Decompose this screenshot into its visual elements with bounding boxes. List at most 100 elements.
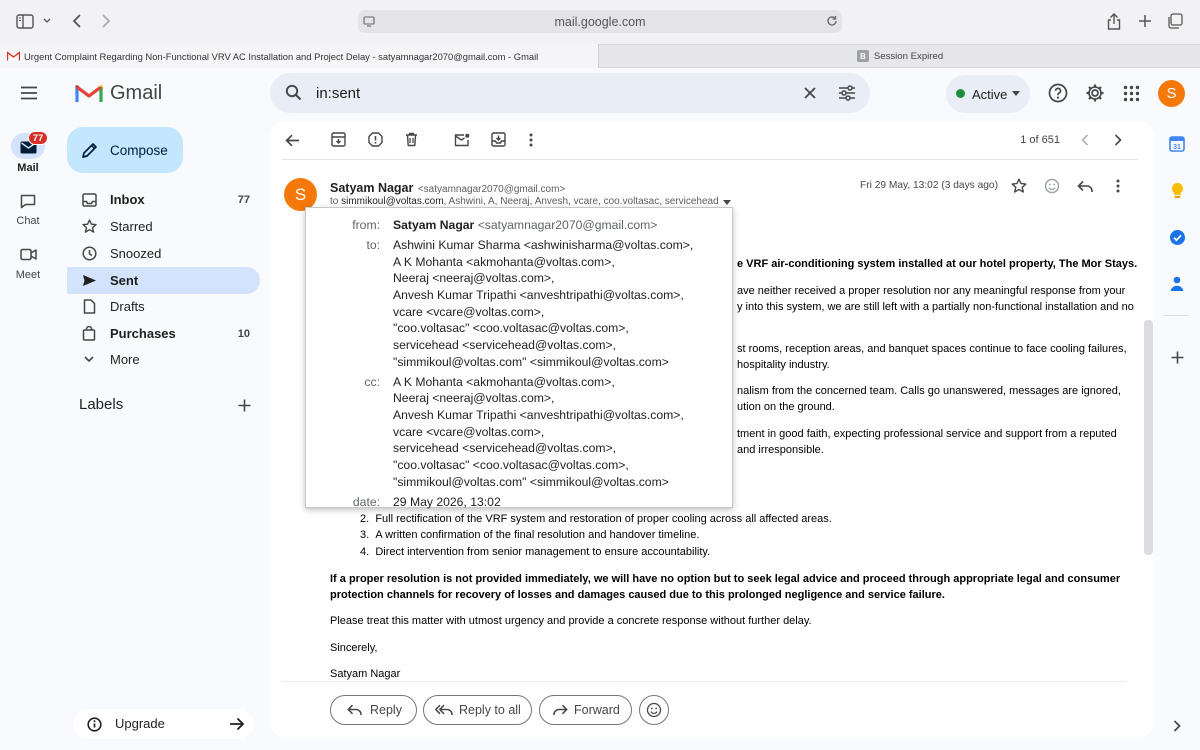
search-input[interactable]: in:sent	[316, 85, 360, 102]
tasks-check-icon[interactable]	[1168, 228, 1186, 246]
body-para2-line1: ave neither received a proper resolution…	[737, 285, 1126, 297]
help-icon[interactable]	[1047, 82, 1069, 104]
newer-chevron-left-icon[interactable]	[1077, 132, 1093, 148]
rail-chat-label[interactable]: Chat	[0, 215, 56, 227]
list-number: 2.	[360, 513, 370, 525]
popup-to-item: Ashwini Kumar Sharma <ashwinisharma@volt…	[393, 238, 694, 252]
labels-heading: Labels	[79, 396, 124, 413]
popup-cc-item: Neeraj <neeraj@voltas.com>,	[393, 391, 555, 405]
star-icon[interactable]	[1010, 177, 1028, 195]
rail-mail-label[interactable]: Mail	[0, 162, 56, 174]
clear-search-icon[interactable]	[801, 84, 819, 102]
popup-cc-item: servicehead <servicehead@voltas.com>,	[393, 441, 617, 455]
tab-overview-icon[interactable]	[1166, 12, 1184, 30]
calendar-icon[interactable]: 31	[1168, 134, 1186, 152]
meet-video-icon[interactable]	[19, 245, 37, 263]
body-para3-line1: st rooms, reception areas, and banquet s…	[737, 343, 1127, 355]
popup-cc-item: Anvesh Kumar Tripathi <anveshtripathi@vo…	[393, 408, 684, 422]
site-settings-icon[interactable]	[362, 14, 376, 28]
reload-icon[interactable]	[825, 14, 839, 28]
keep-bulb-icon[interactable]	[1168, 181, 1186, 199]
account-avatar[interactable]: S	[1158, 80, 1185, 107]
get-addons-plus-icon[interactable]	[1168, 348, 1186, 366]
back-icon[interactable]	[68, 12, 86, 30]
reply-button[interactable]: Reply	[330, 695, 417, 725]
sidebar-item-label: Inbox	[110, 192, 145, 207]
message-scrollbar[interactable]	[1144, 320, 1153, 555]
older-chevron-right-icon[interactable]	[1110, 132, 1126, 148]
popup-to-item: "simmikoul@voltas.com" <simmikoul@voltas…	[393, 355, 669, 369]
sender-email: <satyamnagar2070@gmail.com>	[417, 184, 566, 195]
forward-arrow-icon	[552, 703, 568, 717]
archive-icon[interactable]	[330, 131, 347, 148]
purchases-count: 10	[237, 327, 250, 340]
mark-unread-icon[interactable]	[453, 131, 471, 148]
settings-gear-icon[interactable]	[1084, 82, 1106, 104]
share-icon[interactable]	[1105, 11, 1123, 31]
sidebar-item-label: Purchases	[110, 326, 176, 341]
url-bar[interactable]: mail.google.com	[358, 10, 842, 33]
back-to-list-icon[interactable]	[283, 131, 301, 149]
sidebar-item-drafts[interactable]: Drafts	[67, 293, 260, 320]
search-icon[interactable]	[284, 83, 302, 101]
sidebar-item-sent[interactable]: Sent	[67, 267, 260, 294]
list-text: Direct intervention from senior manageme…	[375, 546, 711, 558]
sidebar-item-purchases[interactable]: Purchases 10	[67, 320, 260, 347]
compose-pencil-icon	[80, 141, 98, 159]
sidebar-item-snoozed[interactable]: Snoozed	[67, 240, 260, 267]
sidebar-item-label: Sent	[110, 273, 139, 288]
sidebar-item-label: Starred	[110, 219, 153, 234]
clock-icon	[81, 246, 97, 262]
tab-gmail-label: Urgent Complaint Regarding Non-Functiona…	[24, 50, 539, 62]
list-text: A written confirmation of the final reso…	[375, 529, 700, 541]
chat-icon[interactable]	[19, 192, 37, 210]
reply-all-button[interactable]: Reply to all	[423, 695, 532, 725]
sidebar-item-more[interactable]: More	[67, 346, 260, 373]
reply-icon[interactable]	[1076, 177, 1094, 195]
tab-gmail[interactable]: Urgent Complaint Regarding Non-Functiona…	[0, 44, 599, 68]
apps-grid-icon[interactable]	[1123, 85, 1140, 102]
sender-name[interactable]: Satyam Nagar	[330, 181, 413, 195]
more-options-icon[interactable]	[524, 131, 538, 148]
mail-unread-badge: 77	[28, 131, 48, 145]
sidebar-item-inbox[interactable]: Inbox 77	[67, 186, 260, 213]
emoji-reaction-icon[interactable]	[1043, 177, 1061, 195]
to-first-recipient: simmikoul@voltas.com	[341, 196, 444, 207]
sidebar-toggle-icon[interactable]	[15, 13, 35, 30]
sidebar-item-label: Drafts	[110, 299, 145, 314]
b-favicon-icon: B	[856, 50, 869, 62]
emoji-react-button[interactable]	[639, 695, 669, 725]
show-details-chevron-icon[interactable]	[721, 197, 733, 207]
popup-to-item: Anvesh Kumar Tripathi <anveshtripathi@vo…	[393, 288, 684, 302]
contacts-person-icon[interactable]	[1168, 274, 1186, 292]
rail-meet-label[interactable]: Meet	[0, 269, 56, 281]
popup-to-item: servicehead <servicehead@voltas.com>,	[393, 338, 617, 352]
star-icon	[81, 219, 97, 235]
tab-session-expired[interactable]: B Session Expired	[600, 44, 1200, 68]
message-more-icon[interactable]	[1111, 177, 1125, 195]
new-tab-icon[interactable]	[1136, 12, 1154, 30]
main-menu-icon[interactable]	[17, 82, 41, 104]
message-date: Fri 29 May, 13:02 (3 days ago)	[860, 180, 998, 191]
report-spam-icon[interactable]	[367, 131, 384, 148]
shopping-bag-icon	[81, 326, 97, 342]
chevron-down-icon[interactable]	[42, 16, 52, 26]
popup-to-item: A K Mohanta <akmohanta@voltas.com>,	[393, 255, 615, 269]
upgrade-info-icon	[86, 716, 102, 732]
delete-trash-icon[interactable]	[403, 131, 420, 148]
show-side-panel-chevron-icon[interactable]	[1170, 718, 1184, 734]
popup-date-label: date:	[352, 495, 380, 509]
gmail-logo-icon[interactable]	[75, 82, 103, 104]
sidebar-item-label: Snoozed	[110, 246, 162, 261]
add-label-icon[interactable]	[236, 397, 252, 413]
popup-to-item: Neeraj <neeraj@voltas.com>,	[393, 271, 555, 285]
send-icon	[81, 273, 97, 289]
forward-button[interactable]: Forward	[539, 695, 632, 725]
sidebar-item-starred[interactable]: Starred	[67, 213, 260, 240]
tab-session-label: Session Expired	[873, 50, 944, 62]
move-to-icon[interactable]	[490, 131, 507, 148]
search-options-icon[interactable]	[837, 83, 857, 103]
body-warning-line2: protection channels for recovery of loss…	[330, 589, 945, 601]
body-para5-line1: tment in good faith, expecting professio…	[737, 428, 1117, 440]
forward-icon[interactable]	[97, 12, 115, 30]
